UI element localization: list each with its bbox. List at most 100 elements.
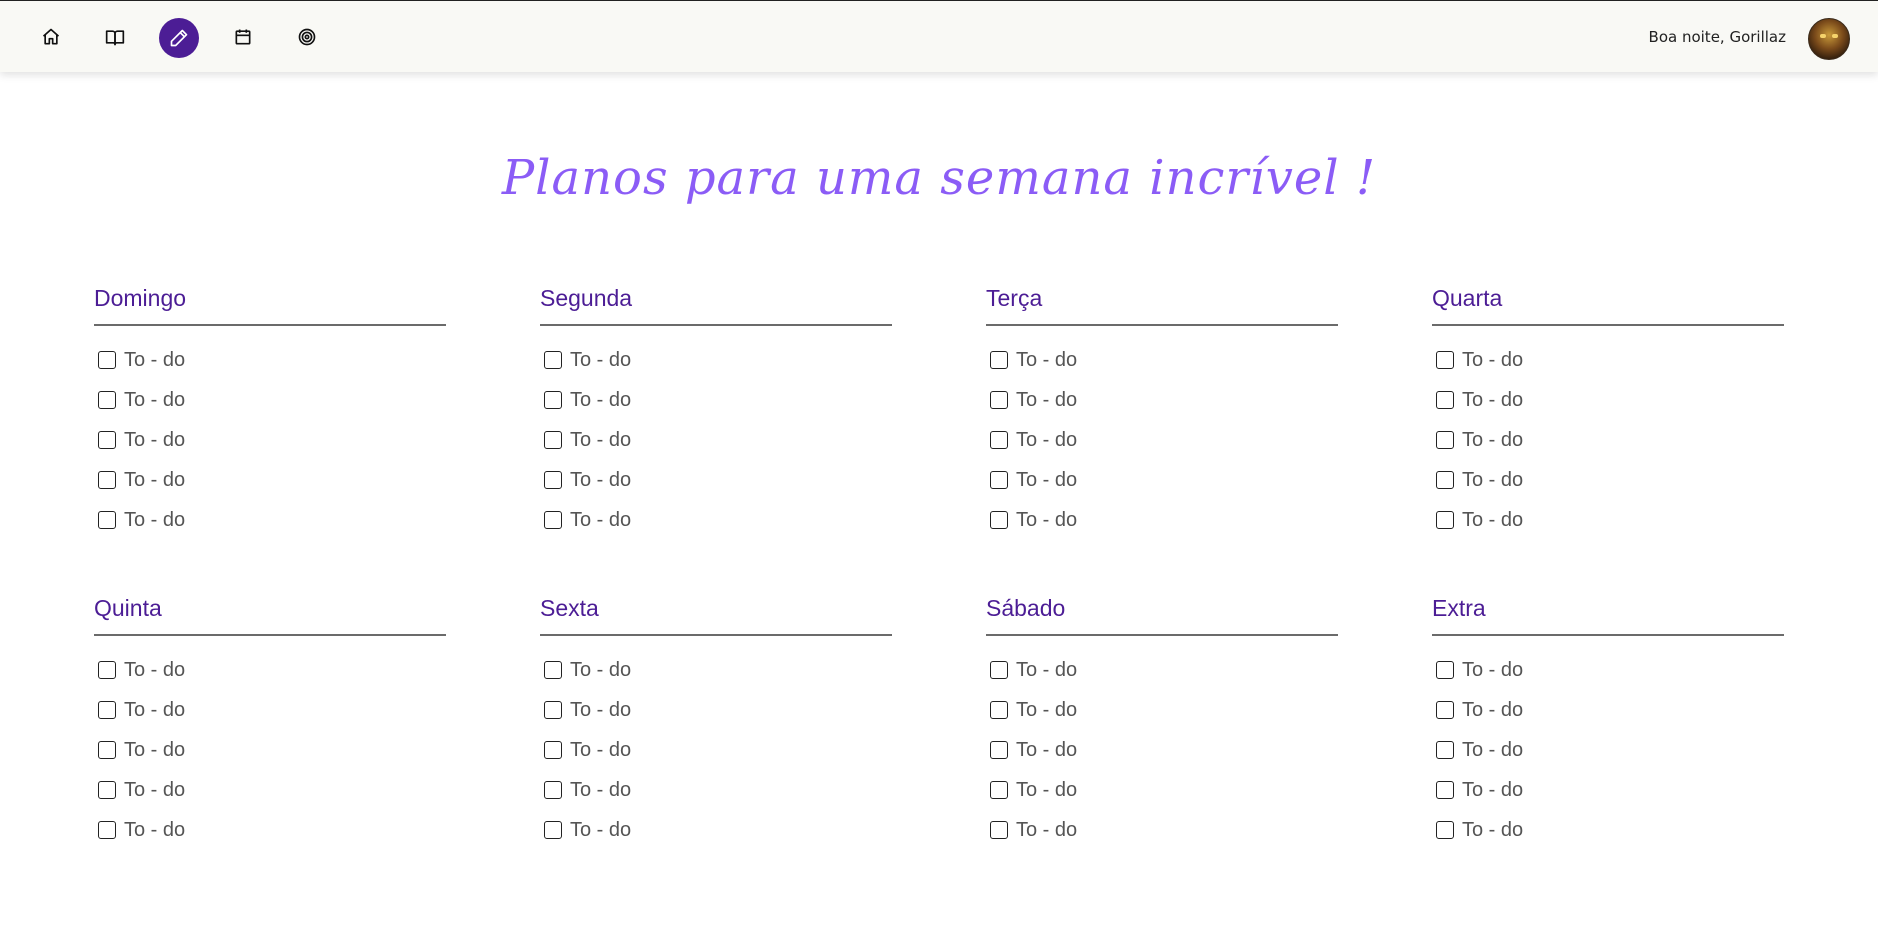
todo-input[interactable] <box>124 508 424 532</box>
todo-checkbox[interactable] <box>98 741 116 759</box>
day-column-5: Quinta <box>94 592 446 850</box>
todo-checkbox[interactable] <box>98 821 116 839</box>
nav-book-button[interactable] <box>96 18 134 56</box>
todo-checkbox[interactable] <box>990 821 1008 839</box>
todo-item <box>1432 650 1784 690</box>
todo-item <box>540 460 892 500</box>
todo-input[interactable] <box>570 698 870 722</box>
todo-checkbox[interactable] <box>98 511 116 529</box>
todo-checkbox[interactable] <box>990 391 1008 409</box>
todo-checkbox[interactable] <box>98 391 116 409</box>
todo-checkbox[interactable] <box>1436 781 1454 799</box>
todo-checkbox[interactable] <box>990 351 1008 369</box>
todo-input[interactable] <box>570 658 870 682</box>
todo-input[interactable] <box>1016 508 1316 532</box>
todo-checkbox[interactable] <box>1436 741 1454 759</box>
todo-input[interactable] <box>570 468 870 492</box>
todo-checkbox[interactable] <box>990 741 1008 759</box>
todo-input[interactable] <box>124 738 424 762</box>
todo-input[interactable] <box>570 428 870 452</box>
nav-calendar-button[interactable] <box>224 18 262 56</box>
todo-input[interactable] <box>570 738 870 762</box>
todo-checkbox[interactable] <box>1436 391 1454 409</box>
todo-item <box>94 420 446 460</box>
nav-target-button[interactable] <box>288 18 326 56</box>
todo-checkbox[interactable] <box>990 781 1008 799</box>
todo-input[interactable] <box>1016 388 1316 412</box>
todo-checkbox[interactable] <box>990 471 1008 489</box>
todo-item <box>986 690 1338 730</box>
todo-input[interactable] <box>1462 348 1762 372</box>
todo-input[interactable] <box>124 658 424 682</box>
todo-checkbox[interactable] <box>544 511 562 529</box>
todo-item <box>1432 420 1784 460</box>
todo-checkbox[interactable] <box>990 431 1008 449</box>
todo-item <box>94 500 446 540</box>
todo-checkbox[interactable] <box>98 661 116 679</box>
todo-checkbox[interactable] <box>1436 701 1454 719</box>
todo-input[interactable] <box>124 468 424 492</box>
todo-input[interactable] <box>1462 508 1762 532</box>
todo-checkbox[interactable] <box>544 701 562 719</box>
todo-input[interactable] <box>1016 658 1316 682</box>
todo-checkbox[interactable] <box>98 431 116 449</box>
todo-input[interactable] <box>1462 658 1762 682</box>
todo-input[interactable] <box>570 508 870 532</box>
todo-input[interactable] <box>1462 738 1762 762</box>
todo-input[interactable] <box>124 348 424 372</box>
todo-input[interactable] <box>1016 738 1316 762</box>
todo-checkbox[interactable] <box>990 511 1008 529</box>
todo-checkbox[interactable] <box>544 431 562 449</box>
todo-checkbox[interactable] <box>1436 821 1454 839</box>
todo-input[interactable] <box>124 778 424 802</box>
todo-checkbox[interactable] <box>1436 471 1454 489</box>
todo-checkbox[interactable] <box>98 471 116 489</box>
todo-input[interactable] <box>570 388 870 412</box>
todo-checkbox[interactable] <box>544 661 562 679</box>
todo-input[interactable] <box>1462 388 1762 412</box>
top-navbar: Boa noite, Gorillaz <box>0 0 1878 72</box>
nav-home-button[interactable] <box>32 18 70 56</box>
todo-input[interactable] <box>1016 818 1316 842</box>
todo-input[interactable] <box>1016 348 1316 372</box>
todo-input[interactable] <box>1462 778 1762 802</box>
todo-input[interactable] <box>1462 428 1762 452</box>
todo-input[interactable] <box>570 348 870 372</box>
todo-input[interactable] <box>570 818 870 842</box>
todo-input[interactable] <box>124 818 424 842</box>
day-title: Sexta <box>540 592 892 636</box>
todo-input[interactable] <box>570 778 870 802</box>
todo-checkbox[interactable] <box>544 391 562 409</box>
todo-item <box>94 380 446 420</box>
todo-input[interactable] <box>124 388 424 412</box>
todo-input[interactable] <box>1016 698 1316 722</box>
todo-checkbox[interactable] <box>544 471 562 489</box>
user-avatar[interactable] <box>1808 18 1850 60</box>
todo-checkbox[interactable] <box>544 351 562 369</box>
todo-checkbox[interactable] <box>544 741 562 759</box>
todo-checkbox[interactable] <box>990 701 1008 719</box>
todo-input[interactable] <box>1016 778 1316 802</box>
todo-checkbox[interactable] <box>1436 431 1454 449</box>
todo-input[interactable] <box>1016 468 1316 492</box>
todo-input[interactable] <box>1462 698 1762 722</box>
todo-input[interactable] <box>1016 428 1316 452</box>
todo-input[interactable] <box>1462 468 1762 492</box>
todo-checkbox[interactable] <box>544 781 562 799</box>
day-column-7: Sábado <box>986 592 1338 850</box>
todo-checkbox[interactable] <box>1436 661 1454 679</box>
todo-checkbox[interactable] <box>98 351 116 369</box>
todo-checkbox[interactable] <box>98 701 116 719</box>
nav-pencil-button[interactable] <box>159 18 199 58</box>
todo-checkbox[interactable] <box>990 661 1008 679</box>
todo-checkbox[interactable] <box>1436 511 1454 529</box>
todo-checkbox[interactable] <box>98 781 116 799</box>
todo-checkbox[interactable] <box>544 821 562 839</box>
page-title: Planos para uma semana incrível ! <box>501 150 1377 206</box>
todo-item <box>94 730 446 770</box>
day-title: Extra <box>1432 592 1784 636</box>
todo-input[interactable] <box>124 698 424 722</box>
todo-input[interactable] <box>1462 818 1762 842</box>
todo-input[interactable] <box>124 428 424 452</box>
todo-checkbox[interactable] <box>1436 351 1454 369</box>
